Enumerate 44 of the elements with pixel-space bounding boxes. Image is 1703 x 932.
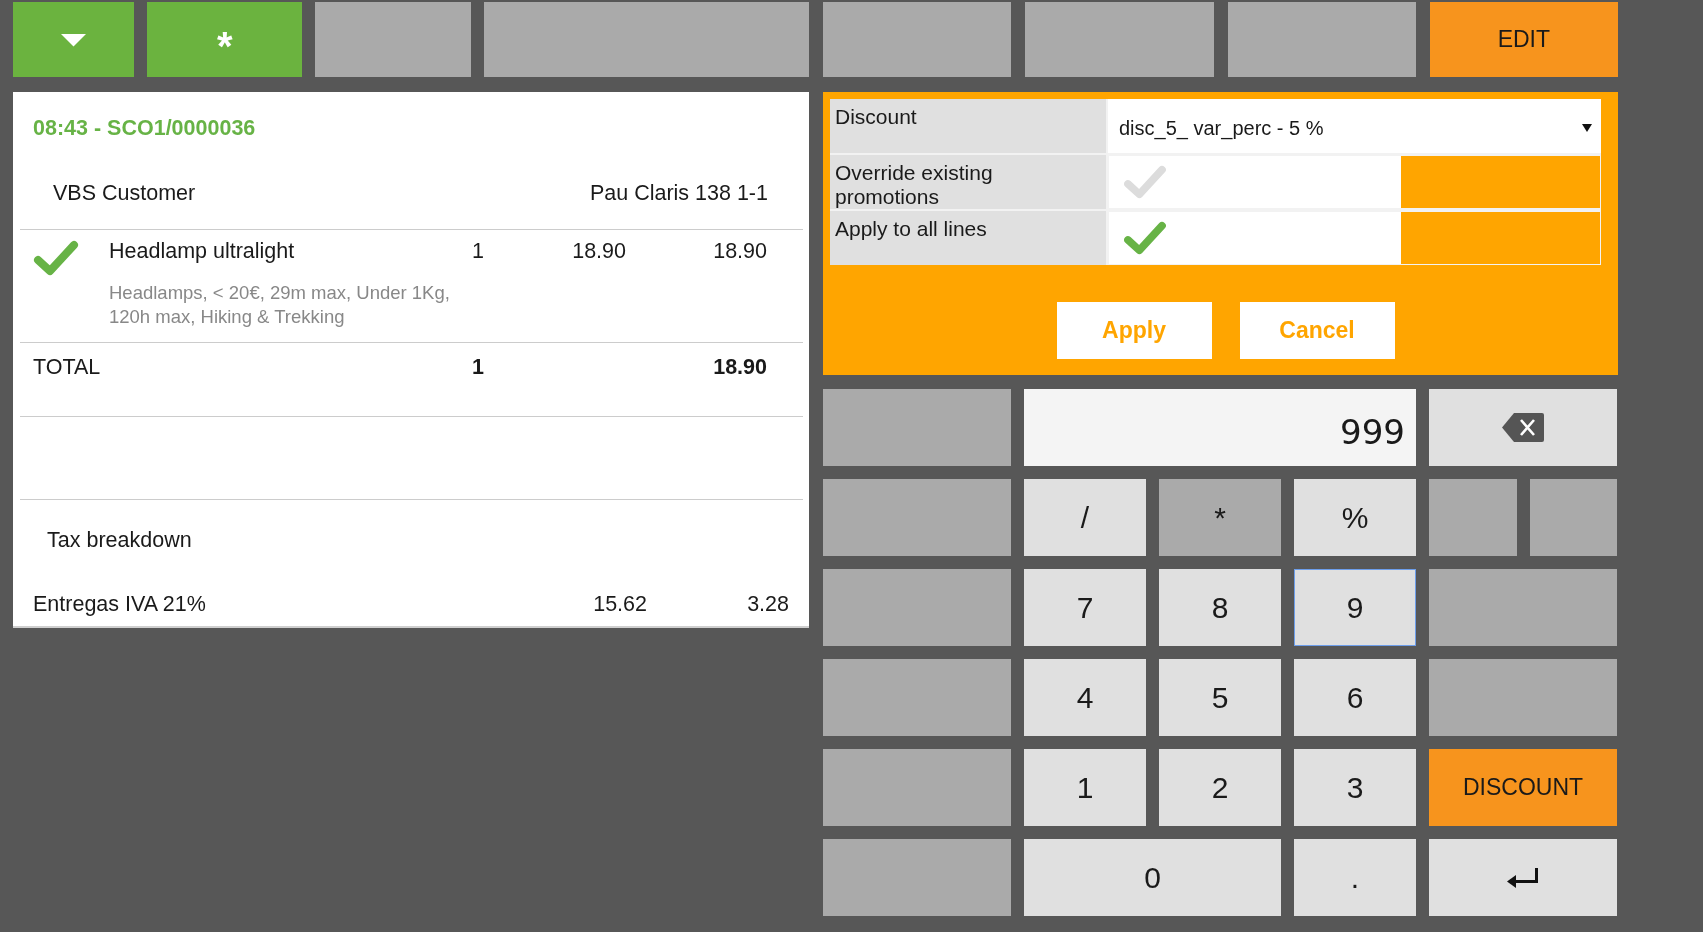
checkbox[interactable] [1109,156,1401,208]
action-button[interactable]: EDIT [1429,2,1618,77]
tax-name: Entregas IVA 21% [33,592,207,616]
keypad-key[interactable]: 2 [1159,749,1281,826]
item-price: 18.90 [572,239,626,263]
customer-address: Pau Claris 138 1-1 [589,181,768,205]
tax-base: 15.62 [592,592,647,616]
keypad-key[interactable]: 1 [1024,749,1146,826]
field-label: Discount [830,99,1106,153]
field-label: Override existing promotions [830,155,1106,209]
tax-breakdown-title: Tax breakdown [47,528,192,552]
caret-down-icon [61,34,87,47]
total-label: TOTAL [33,355,101,379]
tax-amount: 3.28 [746,592,789,616]
total-quantity: 1 [472,355,484,379]
keypad-key[interactable]: 3 [1294,749,1416,826]
backspace-button[interactable] [1429,389,1617,466]
field-label: Apply to all lines [830,211,1106,265]
keypad-key[interactable]: . [1294,839,1416,916]
backspace-icon [1501,412,1545,443]
keypad-key[interactable]: 0 [1024,839,1281,916]
enter-button[interactable] [1429,839,1617,916]
receipt-title: 08:43 - SCO1/0000036 [32,115,257,140]
keypad-key[interactable]: % [1294,479,1416,556]
keypad-key[interactable]: 7 [1024,569,1146,646]
dropdown-button[interactable] [13,2,135,77]
item-name: Headlamp ultralight [109,239,296,263]
number-display-field[interactable]: 999 [1024,389,1416,466]
item-amount: 18.90 [713,239,767,263]
total-amount: 18.90 [713,355,767,379]
keypad-key[interactable]: 8 [1159,569,1281,646]
keypad-key[interactable]: 9 [1294,569,1416,646]
keypad-key[interactable]: / [1024,479,1146,556]
keypad-key[interactable]: 4 [1024,659,1146,736]
keypad-key[interactable]: 5 [1159,659,1281,736]
keypad-key[interactable]: 6 [1294,659,1416,736]
action-button[interactable]: DISCOUNT [1429,749,1617,826]
discount-select[interactable]: disc_5_ var_perc - 5 % [1108,99,1601,153]
customer-name: VBS Customer [53,181,196,205]
item-quantity: 1 [472,239,484,263]
enter-icon [1507,867,1539,888]
item-description: Headlamps, < 20€, 29m max, Under 1Kg, 120h max, Hiking & Trekking [109,281,451,329]
checkbox[interactable] [1109,212,1401,264]
dropdown-caret-icon [1582,124,1592,132]
